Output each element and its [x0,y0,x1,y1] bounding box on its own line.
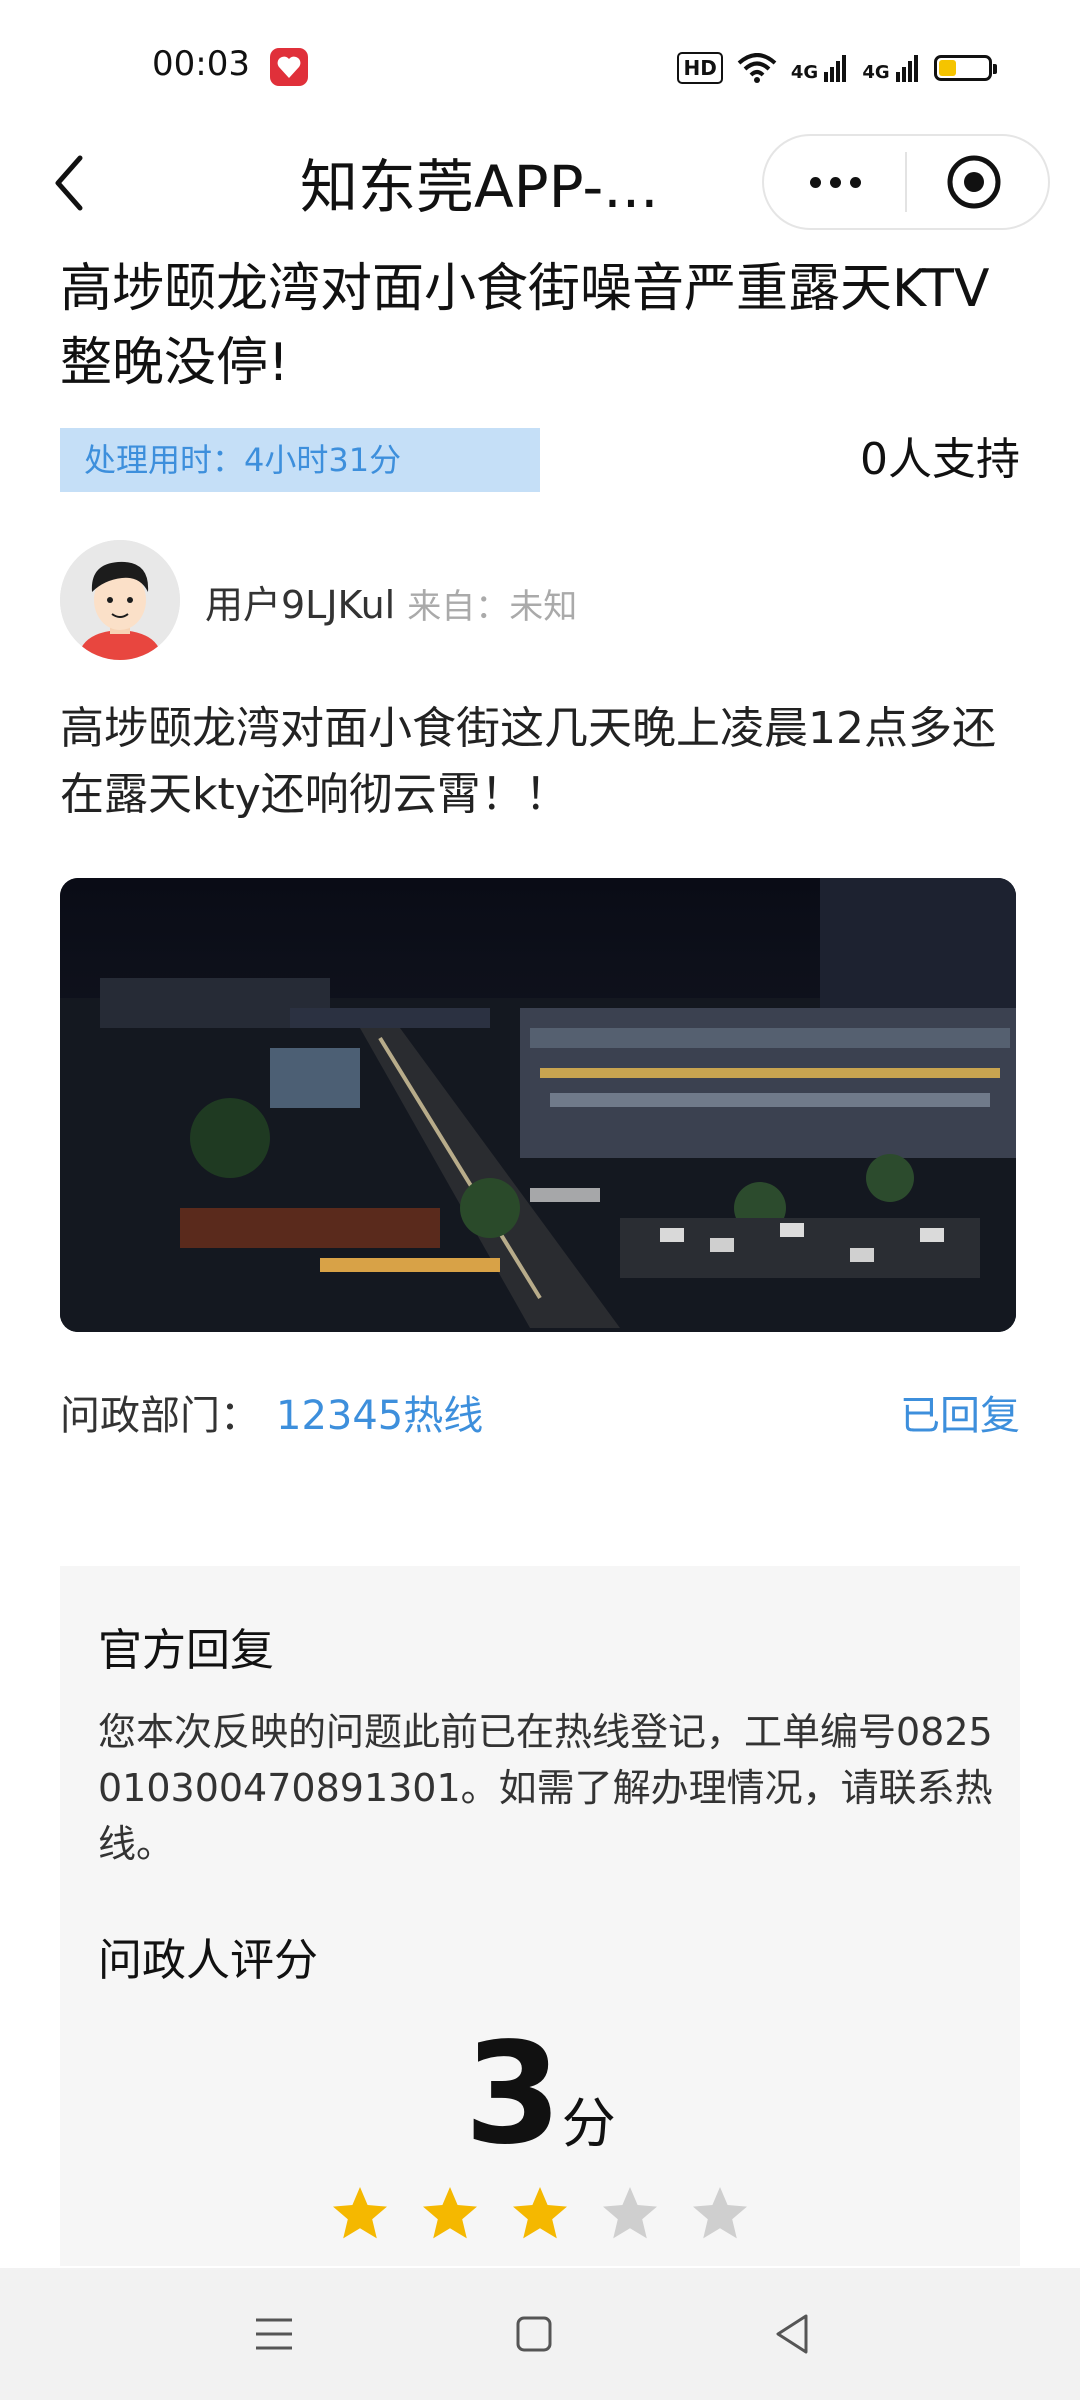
rating-title: 问政人评分 [98,1935,318,1986]
app-notification-icon [270,48,308,86]
author-line: 用户9LJKul 来自：未知 [205,574,577,629]
star-filled-icon[interactable] [510,2184,570,2244]
post-content: 高埗颐龙湾对面小食街这几天晚上凌晨12点多还在露天kty还响彻云霄！！ [60,703,996,820]
avatar[interactable] [60,540,180,660]
star-empty-icon[interactable] [600,2184,660,2244]
status-time: 00:03 [152,44,250,84]
processing-time-badge: 处理用时：4小时31分 [60,428,540,492]
support-count[interactable]: 0人支持 [860,428,1020,492]
signal-1-icon: 4G [791,54,849,82]
reply-status: 已回复 [900,1393,1020,1439]
author-from: 来自：未知 [407,587,578,627]
star-filled-icon[interactable] [330,2184,390,2244]
official-reply-text: 您本次反映的问题此前已在热线登记，工单编号0825010300470891301… [98,1710,993,1866]
post-title: 高埗颐龙湾对面小食街噪音严重露天KTV整晚没停! [60,259,990,393]
page-title: 知东莞APP-... [300,153,659,221]
star-filled-icon[interactable] [420,2184,480,2244]
signal-2-icon: 4G [862,54,920,82]
more-dots-icon[interactable] [790,150,880,214]
hd-badge: HD [677,52,723,84]
back-arrow-icon[interactable] [46,150,96,216]
battery-level [939,60,956,76]
menu-icon[interactable] [254,2316,294,2352]
target-circle-icon[interactable] [942,150,1006,214]
rating-stars [0,2184,1080,2244]
post-photo[interactable] [60,878,1016,1332]
wifi-icon [737,53,777,83]
score-unit: 分 [561,2092,616,2155]
home-square-icon[interactable] [514,2314,554,2354]
author-name[interactable]: 用户9LJKul [205,583,395,627]
department-link[interactable]: 12345热线 [276,1393,483,1439]
department-label: 问政部门： [60,1393,260,1439]
capsule-divider [905,152,907,212]
score-value: 3 [464,2013,562,2176]
battery-icon [934,55,997,81]
status-indicators: HD 4G 4G [677,48,997,88]
star-empty-icon[interactable] [690,2184,750,2244]
back-triangle-icon[interactable] [772,2312,812,2356]
department-line: 问政部门： 12345热线 [60,1386,483,1446]
rating-score: 3分 [0,2020,1080,2170]
official-reply-title: 官方回复 [98,1625,274,1676]
